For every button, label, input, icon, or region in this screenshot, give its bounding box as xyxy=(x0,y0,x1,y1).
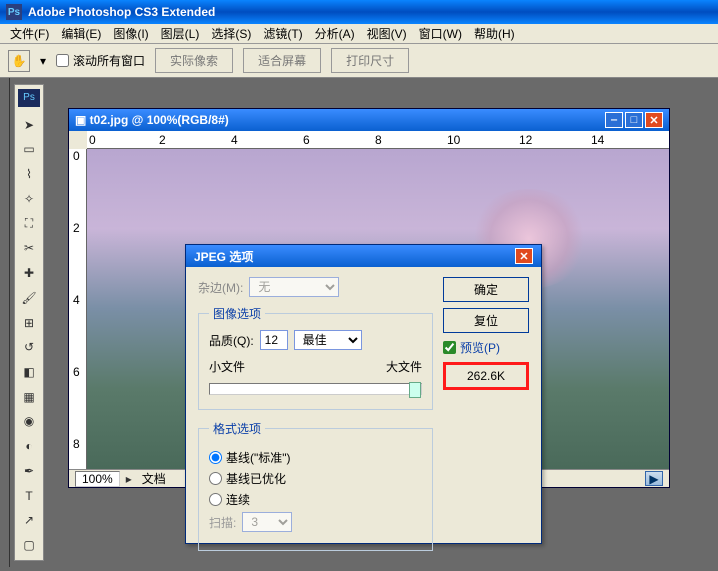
image-options-group: 图像选项 品质(Q): 最佳 小文件 大文件 xyxy=(198,305,433,410)
menu-window[interactable]: 窗口(W) xyxy=(413,23,468,44)
matting-select: 无 xyxy=(249,277,339,297)
menu-image[interactable]: 图像(I) xyxy=(107,23,154,44)
marquee-tool-icon[interactable]: ▭ xyxy=(18,139,40,161)
app-title: Adobe Photoshop CS3 Extended xyxy=(28,5,215,19)
brush-tool-icon[interactable]: 🖌 xyxy=(18,287,40,309)
ruler-vertical: 0 2 4 6 8 xyxy=(69,149,87,469)
menu-analysis[interactable]: 分析(A) xyxy=(309,23,361,44)
zoom-field[interactable]: 100% xyxy=(75,471,120,487)
reset-button[interactable]: 复位 xyxy=(443,308,529,333)
menu-select[interactable]: 选择(S) xyxy=(205,23,257,44)
dialog-titlebar[interactable]: JPEG 选项 ✕ xyxy=(186,245,541,267)
scans-label: 扫描: xyxy=(209,514,236,531)
baseline-optimized-radio[interactable]: 基线已优化 xyxy=(209,470,422,487)
stamp-tool-icon[interactable]: ⊞ xyxy=(18,312,40,334)
scans-select: 3 xyxy=(242,512,292,532)
quality-slider[interactable] xyxy=(209,383,422,395)
menu-edit[interactable]: 编辑(E) xyxy=(55,23,107,44)
heal-tool-icon[interactable]: ✚ xyxy=(18,262,40,284)
history-brush-icon[interactable]: ↺ xyxy=(18,336,40,358)
ok-button[interactable]: 确定 xyxy=(443,277,529,302)
dialog-close-button[interactable]: ✕ xyxy=(515,248,533,264)
move-tool-icon[interactable]: ➤ xyxy=(18,114,40,136)
file-size-display: 262.6K xyxy=(443,362,529,390)
toolbox: Ps ➤ ▭ ⌇ ✧ ⛶ ✂ ✚ 🖌 ⊞ ↺ ◧ ▦ ◉ ◐ ✒ T ↗ ▢ xyxy=(14,84,44,561)
image-options-legend: 图像选项 xyxy=(209,305,265,322)
maximize-button[interactable]: □ xyxy=(625,112,643,128)
quality-label: 品质(Q): xyxy=(209,332,254,349)
menu-filter[interactable]: 滤镜(T) xyxy=(257,23,308,44)
matting-label: 杂边(M): xyxy=(198,279,243,296)
menu-help[interactable]: 帮助(H) xyxy=(468,23,521,44)
wand-tool-icon[interactable]: ✧ xyxy=(18,188,40,210)
document-title: t02.jpg @ 100%(RGB/8#) xyxy=(90,113,229,127)
app-titlebar: Ps Adobe Photoshop CS3 Extended xyxy=(0,0,718,24)
quality-input[interactable] xyxy=(260,330,288,350)
lasso-tool-icon[interactable]: ⌇ xyxy=(18,163,40,185)
baseline-standard-radio[interactable]: 基线("标准") xyxy=(209,449,422,466)
file-icon: ▣ xyxy=(75,113,90,127)
format-options-legend: 格式选项 xyxy=(209,420,265,437)
options-bar: ✋ ▾ 滚动所有窗口 实际像索 适合屏幕 打印尺寸 xyxy=(0,44,718,78)
fit-screen-button[interactable]: 适合屏幕 xyxy=(243,48,321,73)
ruler-horizontal: 0 2 4 6 8 10 12 14 xyxy=(87,131,669,149)
blur-tool-icon[interactable]: ◉ xyxy=(18,411,40,433)
eraser-tool-icon[interactable]: ◧ xyxy=(18,361,40,383)
print-size-button[interactable]: 打印尺寸 xyxy=(331,48,409,73)
dodge-tool-icon[interactable]: ◐ xyxy=(18,435,40,457)
quality-preset-select[interactable]: 最佳 xyxy=(294,330,362,350)
status-text: 文档 xyxy=(142,470,166,487)
menu-layer[interactable]: 图层(L) xyxy=(155,23,206,44)
status-menu-icon[interactable]: ▸ xyxy=(126,472,132,486)
ps-badge-icon: Ps xyxy=(18,89,40,107)
menu-file[interactable]: 文件(F) xyxy=(4,23,55,44)
crop-tool-icon[interactable]: ⛶ xyxy=(18,213,40,235)
scroll-all-checkbox[interactable]: 滚动所有窗口 xyxy=(56,52,145,69)
minimize-button[interactable]: ‒ xyxy=(605,112,623,128)
small-file-label: 小文件 xyxy=(209,358,245,375)
close-button[interactable]: ✕ xyxy=(645,112,663,128)
dock-divider xyxy=(0,78,10,567)
dialog-title: JPEG 选项 xyxy=(194,248,253,265)
menu-bar: 文件(F) 编辑(E) 图像(I) 图层(L) 选择(S) 滤镜(T) 分析(A… xyxy=(0,24,718,44)
slice-tool-icon[interactable]: ✂ xyxy=(18,237,40,259)
type-tool-icon[interactable]: T xyxy=(18,485,40,507)
jpeg-options-dialog: JPEG 选项 ✕ 杂边(M): 无 图像选项 品质(Q): 最佳 xyxy=(185,244,542,544)
app-icon: Ps xyxy=(6,4,22,20)
format-options-group: 格式选项 基线("标准") 基线已优化 连续 扫描: 3 xyxy=(198,420,433,551)
path-tool-icon[interactable]: ↗ xyxy=(18,510,40,532)
gradient-tool-icon[interactable]: ▦ xyxy=(18,386,40,408)
menu-view[interactable]: 视图(V) xyxy=(361,23,413,44)
hand-tool-icon[interactable]: ✋ xyxy=(8,50,30,72)
actual-pixels-button[interactable]: 实际像索 xyxy=(155,48,233,73)
large-file-label: 大文件 xyxy=(386,358,422,375)
scroll-right-button[interactable]: ▶ xyxy=(645,471,663,486)
shape-tool-icon[interactable]: ▢ xyxy=(18,534,40,556)
preview-checkbox[interactable]: 预览(P) xyxy=(443,339,529,356)
document-titlebar[interactable]: ▣ t02.jpg @ 100%(RGB/8#) ‒ □ ✕ xyxy=(69,109,669,131)
progressive-radio[interactable]: 连续 xyxy=(209,491,422,508)
pen-tool-icon[interactable]: ✒ xyxy=(18,460,40,482)
dropdown-icon[interactable]: ▾ xyxy=(40,54,46,68)
